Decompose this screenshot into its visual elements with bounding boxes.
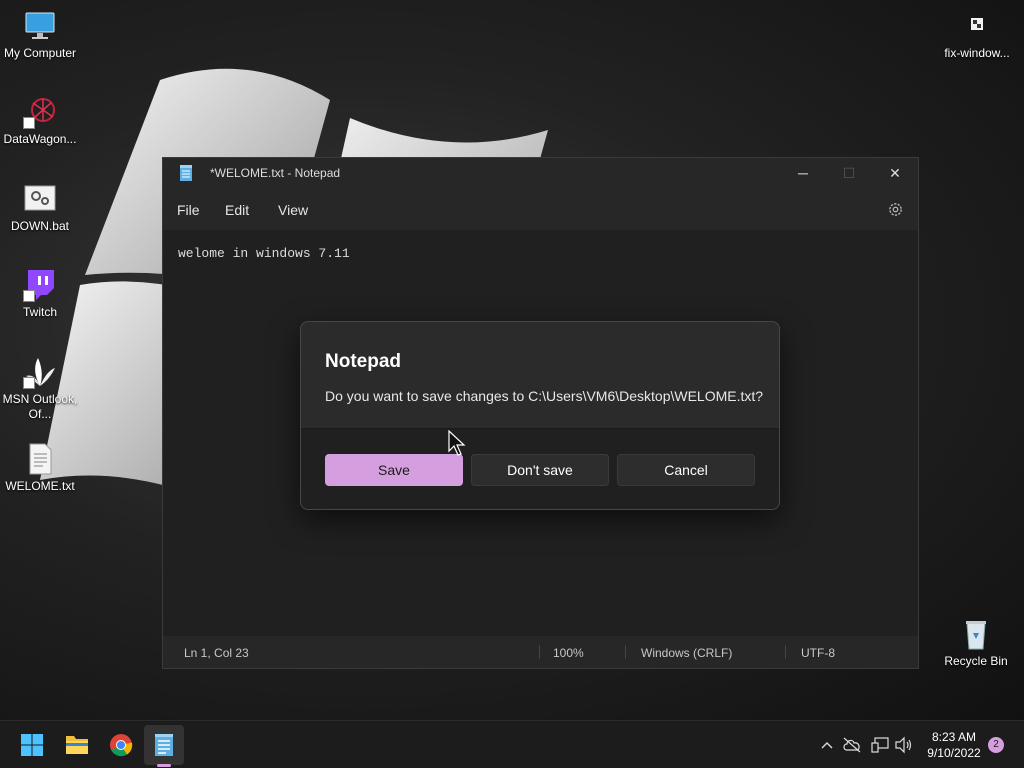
desktop-icon-label: DataWagon... [3,132,77,146]
network-icon [871,737,889,753]
notepad-icon [180,165,192,181]
notification-badge[interactable]: 2 [988,737,1004,753]
desktop-icon-down-bat[interactable]: DOWN.bat [0,182,80,234]
window-title: *WELOME.txt - Notepad [210,166,341,180]
network-tray[interactable] [870,735,890,755]
volume-icon [895,736,912,754]
desktop-icon-label: MSN Outlook, Of... [2,392,78,421]
title-bar[interactable]: *WELOME.txt - Notepad ─ ☐ ✕ [163,158,918,188]
clock-time: 8:23 AM [931,730,977,744]
cancel-button[interactable]: Cancel [617,454,755,486]
status-zoom: 100% [553,646,584,660]
desktop-icon-label: fix-window... [944,46,1010,60]
shortcut-arrow-icon [23,117,35,129]
menu-edit[interactable]: Edit [225,202,249,218]
batch-file-icon [23,182,57,216]
desktop-icon-label: Twitch [22,305,57,319]
save-changes-dialog: Notepad Do you want to save changes to C… [300,321,780,510]
shortcut-arrow-icon [23,377,35,389]
status-line-ending: Windows (CRLF) [641,646,733,660]
desktop-icon-my-computer[interactable]: My Computer [0,9,80,61]
maximize-icon: ☐ [842,165,856,181]
twitch-icon [23,268,57,302]
gear-icon[interactable] [887,201,904,218]
desktop-icon-label: Recycle Bin [944,654,1008,668]
show-hidden-icons-button[interactable] [817,735,837,755]
status-divider [625,645,626,659]
desktop-icon-welome-txt[interactable]: WELOME.txt [0,442,80,494]
text-file-icon [23,442,57,476]
status-bar: Ln 1, Col 23 100% Windows (CRLF) UTF-8 [163,636,918,668]
shortcut-arrow-icon [23,290,35,302]
desktop-icon-label: DOWN.bat [10,219,69,233]
msn-icon [23,355,57,389]
onedrive-tray[interactable] [842,735,862,755]
computer-icon [23,9,57,43]
status-encoding: UTF-8 [801,646,835,660]
clock-date: 9/10/2022 [927,746,981,760]
desktop-icon-recycle-bin[interactable]: Recycle Bin [936,617,1016,669]
start-button[interactable] [12,725,52,765]
cloud-off-icon [843,737,861,753]
chrome-icon [110,734,133,757]
minimize-button[interactable]: ─ [780,158,826,188]
close-icon: ✕ [889,165,901,181]
active-app-indicator [157,764,171,767]
taskbar-notepad[interactable] [144,725,184,765]
dont-save-button[interactable]: Don't save [471,454,609,486]
datawagon-icon [23,95,57,129]
save-button[interactable]: Save [325,454,463,486]
file-explorer-icon [66,736,88,754]
notepad-icon [155,734,173,756]
recycle-bin-icon [959,617,993,651]
status-position: Ln 1, Col 23 [184,646,249,660]
dialog-message: Do you want to save changes to C:\Users\… [325,388,764,404]
taskbar-chrome[interactable] [101,725,141,765]
clock[interactable]: 8:23 AM 9/10/2022 [918,729,990,761]
menu-bar: File Edit View [163,188,918,230]
status-divider [539,645,540,659]
dialog-title: Notepad [325,351,401,372]
dialog-footer: Save Don't save Cancel [301,428,779,509]
status-divider [785,645,786,659]
chevron-up-icon [821,742,833,749]
taskbar-file-explorer[interactable] [57,725,97,765]
desktop-icon-twitch[interactable]: Twitch [0,268,80,320]
menu-view[interactable]: View [278,202,308,218]
taskbar: 8:23 AM 9/10/2022 2 [0,720,1024,768]
menu-file[interactable]: File [177,202,200,218]
desktop-icon-label: My Computer [3,46,77,60]
start-icon [21,734,43,756]
volume-tray[interactable] [894,735,914,755]
desktop-icon-label: WELOME.txt [5,479,75,493]
fix-window-icon [960,9,994,43]
desktop-icon-datawagon[interactable]: DataWagon... [0,95,80,147]
minimize-icon: ─ [798,165,808,181]
desktop-icon-fix-window[interactable]: fix-window... [932,9,1022,61]
close-button[interactable]: ✕ [872,158,918,188]
mouse-cursor-icon [448,430,466,456]
desktop-icon-msn-outlook[interactable]: MSN Outlook, Of... [0,355,80,422]
editor-content: welome in windows 7.11 [178,246,350,261]
maximize-button[interactable]: ☐ [826,158,872,188]
